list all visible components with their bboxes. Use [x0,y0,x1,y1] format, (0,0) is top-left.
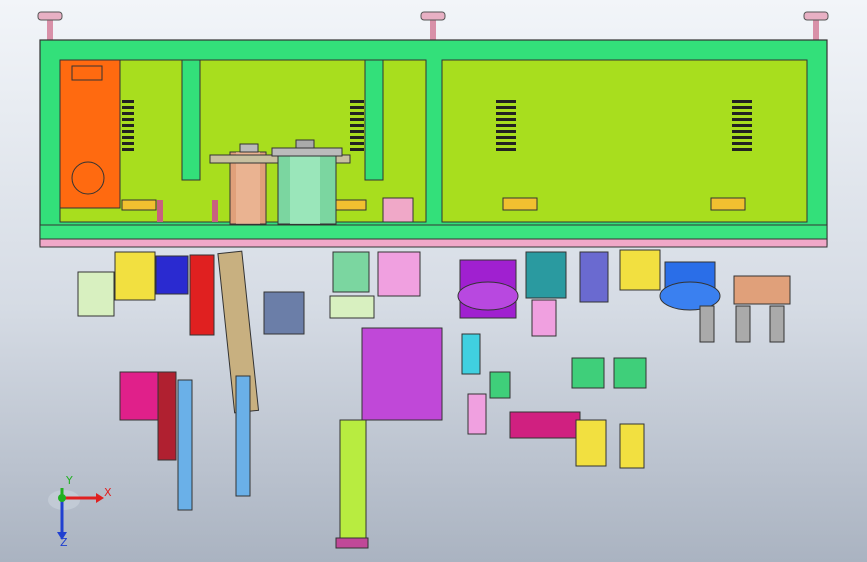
x-axis-label: X [104,486,112,499]
orange-cabinet [59,59,121,209]
lower-mechanisms[interactable] [77,249,791,549]
axis-triad[interactable]: X Y Z [40,474,120,550]
mounting-pins [37,11,829,42]
green-pot[interactable] [271,139,343,225]
right-panel[interactable] [441,59,808,223]
z-axis-label: Z [60,536,68,549]
cad-viewport[interactable]: X Y Z [0,0,867,562]
y-axis-label: Y [66,474,73,487]
cad-model[interactable] [0,0,867,562]
